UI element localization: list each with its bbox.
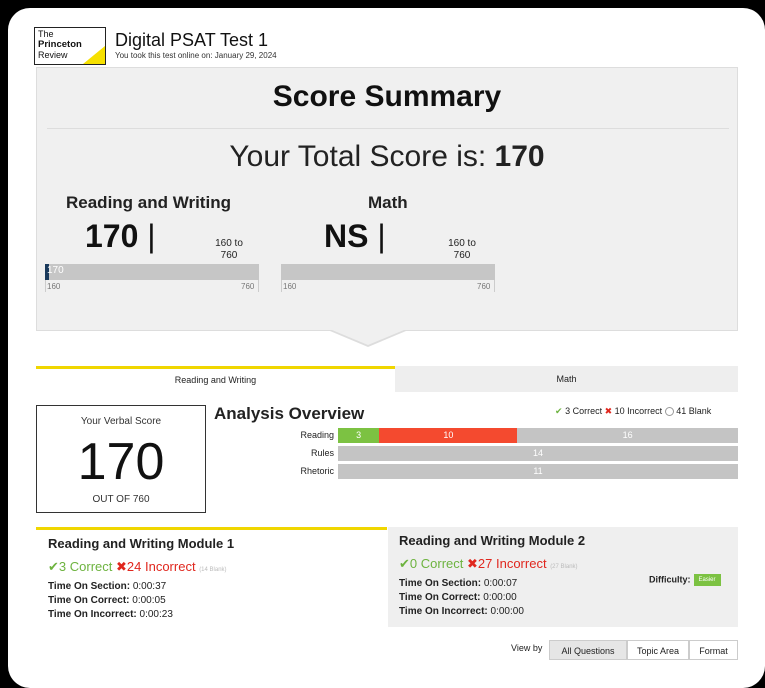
time-section-label: Time On Section:: [48, 581, 131, 592]
rw-section-score: 170 |: [85, 218, 156, 255]
axis-tick: [45, 280, 46, 292]
rw-gauge-value: 170: [47, 265, 64, 276]
time-correct-label: Time On Correct:: [48, 595, 130, 606]
legend-incorrect: 10 Incorrect: [614, 406, 663, 416]
verbal-score-max: OUT OF 760: [92, 494, 150, 505]
score-separator: |: [377, 218, 386, 254]
score-summary-heading: Score Summary: [272, 80, 502, 113]
verbal-score-card: Your Verbal Score 170 OUT OF 760: [36, 405, 206, 513]
module-2-blank: (27 Blank): [550, 564, 578, 570]
axis-tick: [494, 280, 495, 292]
module-1-incorrect: 24 Incorrect: [126, 559, 196, 574]
row-label-rhetoric: Rhetoric: [300, 466, 334, 476]
page-title: Digital PSAT Test 1: [115, 30, 269, 50]
cross-icon: ✖: [604, 406, 613, 416]
view-format-button[interactable]: Format: [689, 640, 738, 660]
module-1-correct: 3 Correct: [58, 559, 113, 574]
logo-accent: [83, 46, 105, 64]
time-correct-value: 0:00:00: [483, 592, 517, 603]
module-2-incorrect: 27 Incorrect: [477, 556, 547, 571]
verbal-score-label: Your Verbal Score: [80, 416, 162, 427]
tab-reading-writing[interactable]: Reading and Writing: [36, 366, 395, 392]
view-all-questions-button[interactable]: All Questions: [549, 640, 627, 660]
rw-range-label: 160 to 760: [215, 238, 243, 261]
tab-math[interactable]: Math: [395, 366, 738, 392]
bar-segment-blank: 14: [338, 446, 738, 461]
module-2-time-correct: Time On Correct: 0:00:00: [399, 592, 517, 603]
total-score-label: Your Total Score is:: [229, 140, 495, 173]
module-2-results: ✔0 Correct ✖27 Incorrect (27 Blank): [399, 556, 578, 572]
math-section-label: Math: [368, 193, 408, 212]
module-1-card: Reading and Writing Module 1 ✔3 Correct …: [36, 527, 387, 627]
cross-icon: ✖: [467, 556, 478, 571]
rw-axis-max: 760: [241, 282, 255, 291]
circle-icon: [664, 407, 674, 417]
module-2-difficulty: Difficulty: Easier: [649, 574, 721, 586]
logo-text-the: The: [38, 29, 54, 39]
module-2-correct: 0 Correct: [409, 556, 464, 571]
math-score-gauge: [281, 264, 495, 280]
analysis-legend: ✔ 3 Correct ✖ 10 Incorrect 41 Blank: [555, 406, 711, 417]
module-2-title: Reading and Writing Module 2: [399, 533, 586, 548]
divider: [47, 128, 729, 129]
difficulty-badge: Easier: [693, 574, 721, 586]
row-label-rules: Rules: [310, 448, 334, 458]
module-1-title: Reading and Writing Module 1: [48, 536, 235, 551]
verbal-score-value: 170: [77, 433, 165, 491]
module-1-results: ✔3 Correct ✖24 Incorrect (14 Blank): [48, 559, 227, 575]
time-section-value: 0:00:37: [132, 581, 167, 592]
total-score-value: 170: [494, 140, 545, 173]
module-2-card: Reading and Writing Module 2 ✔0 Correct …: [388, 527, 738, 627]
check-icon: ✔: [399, 556, 410, 571]
module-1-blank: (14 Blank): [199, 567, 227, 573]
bar-segment-incorrect: 10: [379, 428, 518, 443]
bar-segment-correct: 3: [338, 428, 380, 443]
math-score-value: NS: [324, 218, 369, 254]
module-1-time-correct: Time On Correct: 0:00:05: [48, 595, 166, 606]
time-incorrect-value: 0:00:00: [490, 606, 524, 617]
legend-blank: 41 Blank: [676, 406, 712, 416]
module-1-time-section: Time On Section: 0:00:37: [48, 581, 166, 592]
score-summary-panel: Score Summary Your Total Score is: 170 R…: [36, 67, 738, 331]
check-icon: ✔: [48, 559, 59, 574]
rw-section-label: Reading and Writing: [66, 193, 231, 212]
bar-segment-blank: 16: [517, 428, 738, 443]
check-icon: ✔: [555, 406, 563, 416]
time-incorrect-value: 0:00:23: [139, 609, 173, 620]
princeton-review-logo: The Princeton Review: [34, 27, 106, 65]
rw-score-value: 170: [85, 218, 139, 254]
time-incorrect-label: Time On Incorrect:: [48, 609, 137, 620]
axis-tick: [258, 280, 259, 292]
difficulty-label: Difficulty:: [649, 574, 691, 585]
bar-segment-blank: 11: [338, 464, 738, 479]
cross-icon: ✖: [116, 559, 127, 574]
rw-axis-min: 160: [47, 282, 61, 291]
test-date: You took this test online on: January 29…: [115, 51, 277, 60]
time-section-value: 0:00:07: [483, 578, 518, 589]
time-section-label: Time On Section:: [399, 578, 482, 589]
score-separator: |: [147, 218, 156, 254]
total-score: Your Total Score is: 170: [37, 140, 737, 174]
math-section-score: NS |: [324, 218, 386, 255]
module-1-time-incorrect: Time On Incorrect: 0:00:23: [48, 609, 173, 620]
time-correct-value: 0:00:05: [132, 595, 166, 606]
logo-text-review: Review: [38, 50, 68, 60]
view-by-label: View by: [511, 643, 543, 653]
logo-text-princeton: Princeton: [38, 39, 82, 50]
legend-correct: 3 Correct: [565, 406, 603, 416]
math-axis-max: 760: [477, 282, 491, 291]
summary-pointer-fill: [332, 330, 404, 345]
analysis-bars: 3 10 16 14 11: [338, 428, 738, 482]
math-axis-min: 160: [283, 282, 297, 291]
module-2-time-incorrect: Time On Incorrect: 0:00:00: [399, 606, 524, 617]
time-incorrect-label: Time On Incorrect:: [399, 606, 488, 617]
rw-score-gauge: 170: [45, 264, 259, 280]
time-correct-label: Time On Correct:: [399, 592, 481, 603]
analysis-overview-title: Analysis Overview: [214, 404, 365, 423]
row-label-reading: Reading: [300, 430, 334, 440]
math-range-label: 160 to 760: [448, 238, 476, 261]
module-2-time-section: Time On Section: 0:00:07: [399, 578, 517, 589]
axis-tick: [281, 280, 282, 292]
view-topic-area-button[interactable]: Topic Area: [627, 640, 689, 660]
